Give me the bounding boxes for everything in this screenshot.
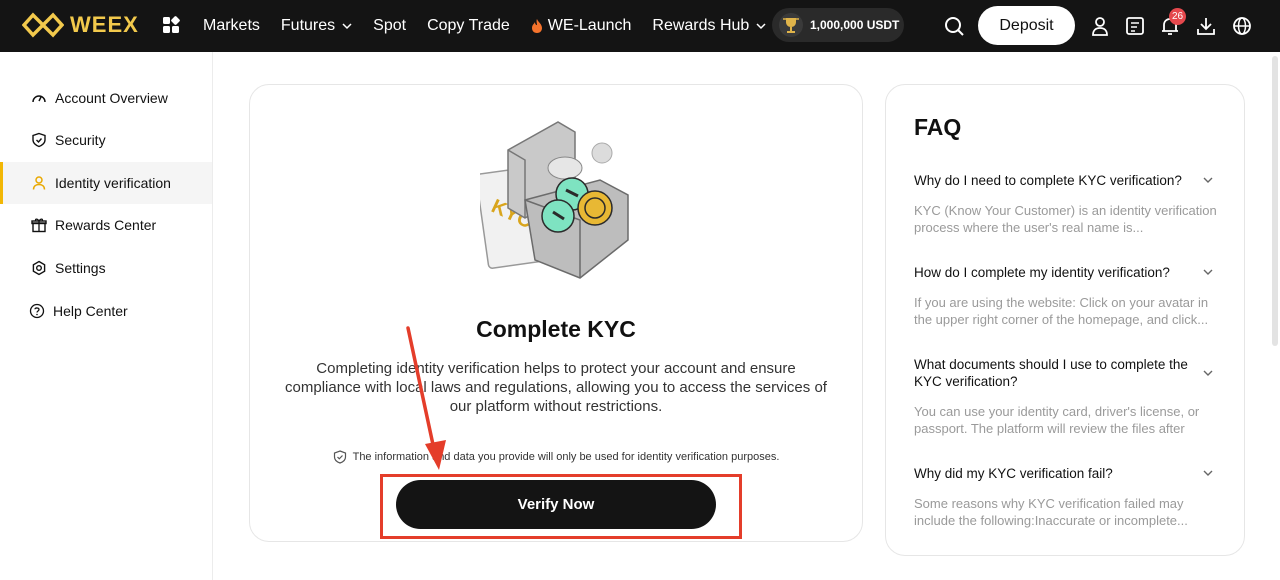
sidebar-item-label: Account Overview xyxy=(55,90,168,106)
highlight-box xyxy=(380,474,742,539)
sidebar-item-label: Identity verification xyxy=(55,175,171,191)
nav-markets[interactable]: Markets xyxy=(203,17,260,35)
kyc-description: Completing identity verification helps t… xyxy=(285,360,827,415)
sidebar-item-rewards-center[interactable]: Rewards Center xyxy=(0,204,212,246)
sidebar-item-label: Settings xyxy=(55,260,106,276)
sidebar-item-identity-verification[interactable]: Identity verification xyxy=(0,162,212,204)
sidebar-item-settings[interactable]: Settings xyxy=(0,247,212,289)
globe-icon xyxy=(1233,17,1251,35)
faq-answer: If you are using the website: Click on y… xyxy=(914,295,1209,327)
sidebar-item-label: Help Center xyxy=(53,303,128,319)
notification-badge: 26 xyxy=(1169,8,1186,25)
search-button[interactable] xyxy=(942,14,966,38)
promo-text: 1,000,000 USDT xyxy=(810,18,900,32)
shield-icon xyxy=(32,132,46,148)
chevron-down-icon[interactable] xyxy=(1202,266,1214,278)
faq-answer: KYC (Know Your Customer) is an identity … xyxy=(914,203,1217,235)
chevron-down-icon[interactable] xyxy=(1202,174,1214,186)
nav-copy-trade[interactable]: Copy Trade xyxy=(427,17,510,35)
page-scrollbar[interactable] xyxy=(1272,56,1278,346)
faq-question[interactable]: Why did my KYC verification fail? xyxy=(914,465,1194,482)
faq-question[interactable]: Why do I need to complete KYC verificati… xyxy=(914,172,1194,189)
nav-futures[interactable]: Futures xyxy=(281,17,352,35)
promo-pill[interactable]: 1,000,000 USDT xyxy=(772,8,904,42)
nav-rewards-hub-label: Rewards Hub xyxy=(652,17,750,34)
download-icon xyxy=(1197,18,1215,35)
document-icon xyxy=(1126,17,1144,35)
faq-answer: Some reasons why KYC verification failed… xyxy=(914,496,1188,528)
weex-logo[interactable]: WEEX xyxy=(22,12,139,38)
main-nav: Markets Futures Spot Copy Trade WE-Launc… xyxy=(203,0,787,52)
sidebar-item-help-center[interactable]: Help Center xyxy=(0,290,212,332)
nav-spot-label: Spot xyxy=(373,17,407,34)
faq-question[interactable]: What documents should I use to complete … xyxy=(914,356,1194,390)
download-button[interactable] xyxy=(1194,14,1218,38)
profile-button[interactable] xyxy=(1088,14,1112,38)
nav-rewards-hub[interactable]: Rewards Hub xyxy=(652,17,766,35)
chevron-down-icon[interactable] xyxy=(1202,367,1214,379)
gear-icon xyxy=(32,260,46,276)
faq-question[interactable]: How do I complete my identity verificati… xyxy=(914,264,1194,281)
faq-answer: You can use your identity card, driver's… xyxy=(914,404,1200,436)
nav-futures-label: Futures xyxy=(280,17,336,34)
trophy-icon xyxy=(779,13,803,37)
search-icon xyxy=(944,16,964,36)
faq-title: FAQ xyxy=(914,114,962,140)
sidebar-item-label: Rewards Center xyxy=(55,217,157,233)
chevron-down-icon xyxy=(756,23,766,30)
shield-check-icon xyxy=(333,450,346,464)
user-icon xyxy=(1092,17,1108,36)
kyc-title: Complete KYC xyxy=(476,316,636,342)
gauge-icon xyxy=(32,95,46,103)
apps-grid-icon[interactable] xyxy=(162,16,180,34)
sidebar-item-security[interactable]: Security xyxy=(0,119,212,161)
orders-button[interactable] xyxy=(1123,14,1147,38)
user-icon xyxy=(32,176,46,190)
fire-icon xyxy=(531,19,542,33)
top-navbar: WEEX Markets Futures Spot Copy Trade WE-… xyxy=(0,0,1280,52)
privacy-notice: The information and data you provide wil… xyxy=(249,450,863,464)
annotation-arrow-icon xyxy=(406,326,446,470)
sidebar-item-label: Security xyxy=(55,132,106,148)
deposit-button[interactable]: Deposit xyxy=(978,6,1075,45)
sidebar-item-account-overview[interactable]: Account Overview xyxy=(0,77,212,119)
chevron-down-icon xyxy=(342,23,352,30)
weex-logo-icon xyxy=(22,12,64,38)
nav-we-launch[interactable]: WE-Launch xyxy=(531,17,632,35)
nav-copy-trade-label: Copy Trade xyxy=(427,17,510,34)
nav-spot[interactable]: Spot xyxy=(373,17,406,35)
brand-name: WEEX xyxy=(70,12,139,37)
gift-icon xyxy=(31,218,47,233)
help-icon xyxy=(29,303,45,319)
chevron-down-icon[interactable] xyxy=(1202,467,1214,479)
nav-we-launch-label: WE-Launch xyxy=(547,17,632,34)
kyc-vault-illustration: KYC xyxy=(480,121,629,279)
nav-markets-label: Markets xyxy=(203,17,260,34)
language-button[interactable] xyxy=(1230,14,1254,38)
